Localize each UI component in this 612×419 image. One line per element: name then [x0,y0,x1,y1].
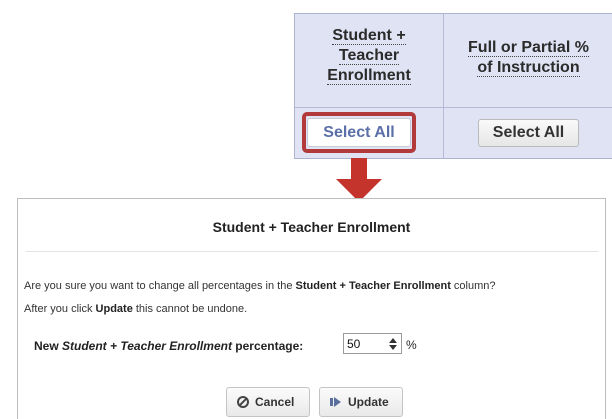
update-icon [330,396,342,408]
header-line: Full or Partial % [468,39,589,57]
percentage-input[interactable] [347,335,385,352]
field-label-text: New [34,339,63,353]
spin-up-icon[interactable] [389,338,397,343]
cancel-icon [237,396,249,408]
row-divider [295,107,612,108]
confirm-message-text-end: column? [450,280,496,292]
confirm-message-text: Are you sure you want to change all perc… [24,280,296,292]
dialog-title-divider [26,251,598,252]
spin-down-icon[interactable] [389,345,397,350]
dialog-title: Student + Teacher Enrollment [212,219,411,235]
field-label-text-end: percentage: [231,339,304,353]
field-label-column: Student + Teacher Enrollment [62,339,232,353]
header-line: Student + [332,27,406,45]
percentage-spinner[interactable] [343,333,402,354]
percent-unit: % [406,338,417,352]
column-header-full-or-partial-instruction[interactable]: Full or Partial % of Instruction [444,38,612,78]
select-all-enrollment-button[interactable]: Select All [307,118,411,147]
header-line: Enrollment [327,67,411,85]
percentage-field-label: New Student + Teacher Enrollment percent… [34,339,303,353]
cancel-button[interactable]: Cancel [226,387,310,417]
warning-message: After you click Update this cannot be un… [24,303,247,315]
select-all-instruction-button[interactable]: Select All [478,119,579,147]
warning-message-text: After you click [24,303,96,315]
header-line: of Instruction [477,59,580,77]
warning-message-update: Update [95,303,133,315]
header-line: Teacher [338,47,400,65]
arrow-shaft [351,158,367,180]
cancel-label: Cancel [255,395,295,409]
warning-message-text-end: this cannot be undone. [132,303,248,315]
column-header-student-teacher-enrollment[interactable]: Student + Teacher Enrollment [295,26,443,86]
update-label: Update [348,395,389,409]
confirm-message: Are you sure you want to change all perc… [24,280,496,292]
select-all-dialog: Student + Teacher Enrollment Are you sur… [17,198,606,419]
confirm-message-column: Student + Teacher Enrollment [295,280,451,292]
spinner-arrows-icon[interactable] [388,337,398,351]
column-divider [443,14,444,158]
update-button[interactable]: Update [319,387,403,417]
